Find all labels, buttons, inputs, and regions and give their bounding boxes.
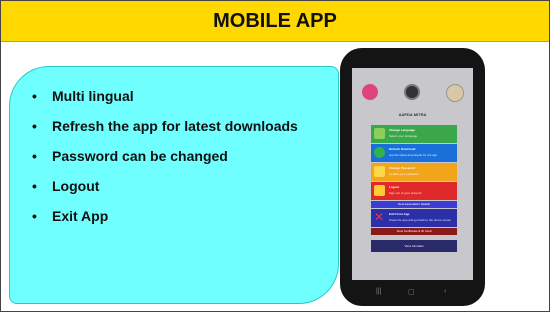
bullet-icon: •: [32, 178, 37, 194]
phone-navbar: ||| ▢ ‹: [340, 286, 485, 300]
list-item: • Exit App: [32, 208, 109, 224]
list-item: • Multi lingual: [32, 88, 134, 104]
app-brand: AAPDA MITRA: [398, 112, 427, 117]
phone-top-icons: [352, 84, 473, 104]
refresh-icon: [374, 147, 385, 158]
feature-list: • Multi lingual • Refresh the app for late…: [30, 87, 330, 237]
emblem-icon: [446, 84, 464, 102]
phone-screen: AAPDA MITRA Change Language Select your l…: [352, 68, 473, 280]
recent-icon[interactable]: |||: [376, 288, 381, 295]
menu-item-refresh[interactable]: Refresh Download Get the latest downloads…: [371, 144, 457, 162]
menu-item-circulars[interactable]: View Circulars: [371, 240, 457, 252]
home-icon[interactable]: ▢: [408, 288, 415, 296]
menu-item-logout[interactable]: Logout Sign out of your account: [371, 182, 457, 200]
title-bar: MOBILE APP: [1, 1, 549, 42]
menu-item-certificate[interactable]: View Certificate & ID Card: [371, 228, 457, 235]
bullet-icon: •: [32, 118, 37, 134]
language-icon: [374, 128, 385, 139]
close-icon: ✕: [374, 210, 385, 224]
list-item: • Password can be changed: [32, 148, 228, 164]
menu-item-change-password[interactable]: Change Password Update your password: [371, 163, 457, 181]
list-item: • Refresh the app for latest downloads: [32, 118, 298, 134]
back-icon[interactable]: ‹: [444, 288, 446, 295]
phone-menu: Change Language Select your language Refr…: [371, 125, 457, 252]
menu-item-exit[interactable]: ✕ Exit From App Close the app and go back…: [371, 209, 457, 227]
slide: MOBILE APP • Multi lingual • Refresh the a…: [0, 0, 550, 312]
profile-icon[interactable]: [362, 84, 378, 100]
bullet-icon: •: [32, 208, 37, 224]
menu-item-association[interactable]: New Association Details: [371, 201, 457, 208]
logout-icon: [374, 185, 385, 196]
bullet-icon: •: [32, 88, 37, 104]
power-icon[interactable]: [404, 84, 420, 100]
list-item: • Logout: [32, 178, 100, 194]
bullet-icon: •: [32, 148, 37, 164]
phone-mockup: AAPDA MITRA Change Language Select your l…: [340, 48, 485, 306]
features-panel: • Multi lingual • Refresh the app for late…: [9, 66, 339, 304]
page-title: MOBILE APP: [213, 9, 337, 32]
menu-item-change-language[interactable]: Change Language Select your language: [371, 125, 457, 143]
pencil-icon: [374, 166, 385, 177]
